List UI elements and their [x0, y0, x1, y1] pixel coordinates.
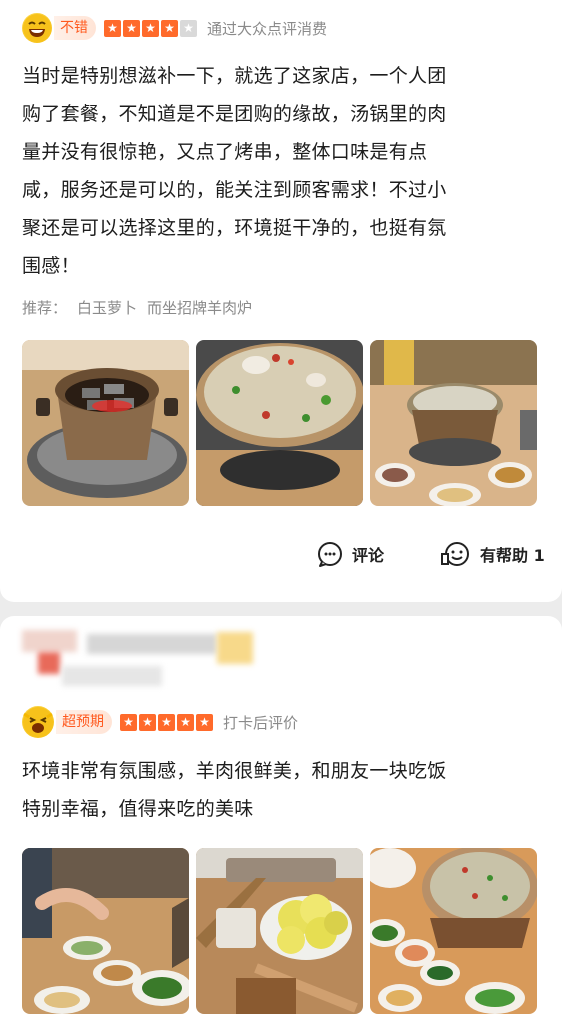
review-photo[interactable] — [196, 848, 363, 1014]
recommend-label: 推荐： — [22, 299, 68, 317]
review-text-line: 围感！ — [22, 255, 80, 277]
recommend-dishes: 推荐： 白玉萝卜 而坐招牌羊肉炉 — [22, 297, 252, 318]
comment-label: 评论 — [352, 546, 385, 565]
photo-grid — [22, 848, 537, 1014]
star-icon: ★ — [161, 19, 178, 37]
helpful-button[interactable]: 有帮助 1 — [440, 540, 545, 568]
review-text: 环境非常有氛围感，羊肉很鲜美，和朋友一块吃饭 特别幸福，值得来吃的美味 — [22, 752, 542, 828]
review-photo[interactable] — [22, 848, 189, 1014]
review-source: 打卡后评价 — [223, 713, 299, 732]
star-icon: ★ — [177, 713, 194, 731]
star-rating: ★ ★ ★ ★ ★ — [120, 713, 215, 731]
username-blurred — [87, 634, 217, 654]
star-icon: ★ — [158, 713, 175, 731]
user-info-blurred — [22, 622, 262, 700]
helpful-face-icon — [441, 542, 469, 566]
rating-tag: 超预期 — [56, 710, 112, 734]
review-text-line: 购了套餐，不知道是不是团购的缘故，汤锅里的肉 — [22, 103, 447, 125]
recommend-item[interactable]: 白玉萝卜 — [77, 297, 137, 318]
star-icon: ★ — [142, 19, 159, 37]
star-empty-icon: ★ — [180, 19, 197, 37]
review-photo[interactable] — [196, 340, 363, 506]
user-badge — [217, 632, 253, 664]
review-photo[interactable] — [22, 340, 189, 506]
review-actions: 评论 有帮助 1 — [0, 536, 562, 576]
review-text-line: 咸，服务还是可以的，能关注到顾客需求！不过小 — [22, 179, 447, 201]
helpful-label: 有帮助 1 — [480, 546, 545, 565]
comment-button[interactable]: 评论 — [316, 540, 384, 568]
star-rating: ★ ★ ★ ★ ★ — [104, 19, 199, 37]
review-source: 通过大众点评消费 — [207, 19, 328, 38]
rating-row: 不错 ★ ★ ★ ★ ★ 通过大众点评消费 — [22, 12, 327, 44]
star-icon: ★ — [139, 713, 156, 731]
star-icon: ★ — [120, 713, 137, 731]
star-icon: ★ — [104, 19, 121, 37]
review-card-1: 不错 ★ ★ ★ ★ ★ 通过大众点评消费 当时是特别想滋补一下，就选了这家店，… — [0, 0, 562, 602]
review-text-line: 聚还是可以选择这里的，环境挺干净的，也挺有氛 — [22, 217, 447, 239]
user-meta-blurred — [62, 666, 162, 686]
avatar-part — [38, 652, 60, 674]
comment-icon — [318, 542, 342, 567]
review-photo[interactable] — [370, 340, 537, 506]
recommend-item[interactable]: 而坐招牌羊肉炉 — [147, 297, 252, 318]
review-text-line: 量并没有很惊艳，又点了烤串，整体口味是有点 — [22, 141, 428, 163]
star-icon: ★ — [196, 713, 213, 731]
excited-face-icon — [22, 706, 54, 738]
review-text-line: 特别幸福，值得来吃的美味 — [22, 798, 254, 820]
star-icon: ★ — [123, 19, 140, 37]
rating-tag: 不错 — [54, 16, 96, 40]
photo-grid — [22, 340, 537, 506]
review-text: 当时是特别想滋补一下，就选了这家店，一个人团 购了套餐，不知道是不是团购的缘故，… — [22, 57, 542, 285]
review-text-line: 当时是特别想滋补一下，就选了这家店，一个人团 — [22, 65, 447, 87]
review-photo[interactable] — [370, 848, 537, 1014]
avatar — [22, 630, 77, 652]
rating-row: 超预期 ★ ★ ★ ★ ★ 打卡后评价 — [22, 706, 298, 738]
laughing-face-icon — [22, 13, 52, 43]
review-text-line: 环境非常有氛围感，羊肉很鲜美，和朋友一块吃饭 — [22, 760, 447, 782]
